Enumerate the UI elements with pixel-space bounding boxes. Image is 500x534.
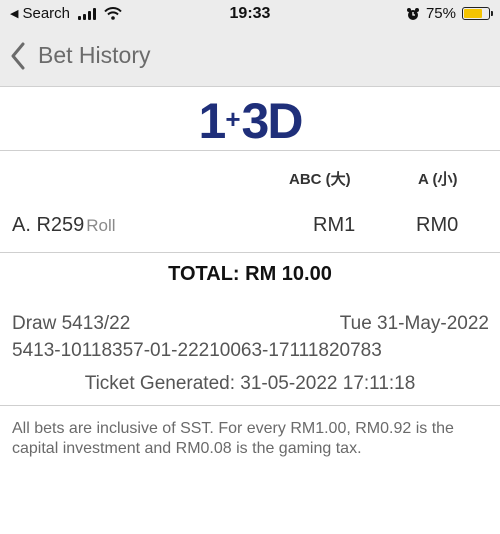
navigation-bar: Bet History: [0, 30, 500, 87]
ticket-id: 5413-10118357-01-22210063-17111820783: [12, 340, 382, 361]
draw-number: Draw 5413/22: [12, 313, 131, 334]
back-button-title[interactable]: Bet History: [38, 42, 150, 69]
logo-digit: 1: [198, 93, 227, 149]
column-header-a: A (小): [418, 171, 458, 188]
battery-nub: [491, 11, 493, 16]
logo-3d: 3D: [241, 93, 304, 149]
divider: [0, 405, 500, 406]
bet-amount-a: RM0: [416, 214, 459, 236]
back-chevron-icon[interactable]: [10, 42, 26, 70]
total-amount: TOTAL: RM 10.00: [168, 263, 332, 285]
alarm-clock-icon: [406, 7, 419, 20]
game-logo: 1+3D: [0, 92, 500, 150]
bet-row-label: A. R259 Roll: [12, 214, 116, 237]
draw-date: Tue 31-May-2022: [339, 313, 489, 334]
battery-percent: 75%: [425, 5, 456, 22]
divider: [0, 252, 500, 253]
bet-amount-abc: RM1: [313, 214, 356, 236]
bet-number: R259: [36, 214, 85, 236]
bet-letter: A.: [12, 214, 31, 236]
status-bar: ◀ Search 19:33 75%: [0, 0, 500, 30]
ticket-generated: Ticket Generated: 31-05-2022 17:11:18: [84, 373, 416, 394]
battery-fill: [464, 9, 482, 18]
battery-icon: [462, 7, 493, 20]
column-header-abc: ABC (大): [289, 171, 351, 188]
status-right: 75%: [406, 5, 493, 22]
divider: [0, 150, 500, 151]
sst-disclaimer: All bets are inclusive of SST. For every…: [12, 420, 454, 457]
bet-type: Roll: [86, 216, 116, 235]
logo-plus: +: [225, 104, 241, 134]
